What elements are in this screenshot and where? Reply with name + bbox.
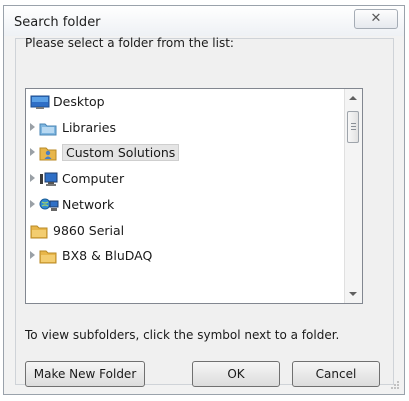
libraries-icon xyxy=(39,120,57,136)
tree-item[interactable]: Libraries xyxy=(26,116,338,140)
title-bar[interactable]: Search folder ✕ xyxy=(4,6,404,36)
expand-arrow-icon[interactable] xyxy=(30,148,35,157)
close-button[interactable]: ✕ xyxy=(354,9,398,29)
scroll-thumb[interactable] xyxy=(347,111,359,143)
tree-item-label: 9860 Serial xyxy=(53,222,125,238)
user-folder-icon xyxy=(39,145,57,161)
computer-icon xyxy=(39,171,58,187)
tree-item[interactable]: Computer xyxy=(26,167,338,191)
window-title: Search folder xyxy=(14,15,101,30)
expand-arrow-icon[interactable] xyxy=(30,122,35,131)
hint-text: To view subfolders, click the symbol nex… xyxy=(25,328,340,342)
resize-grip-icon[interactable] xyxy=(390,380,400,390)
expand-arrow-icon[interactable] xyxy=(30,174,35,183)
tree-item-label: Libraries xyxy=(62,119,116,135)
tree-item[interactable]: 9860 Serial xyxy=(26,219,338,243)
expand-arrow-icon[interactable] xyxy=(30,199,35,208)
desktop-icon xyxy=(30,94,50,110)
tree-item-label: BX8 & BluDAQ xyxy=(62,248,153,264)
tree-item[interactable]: Custom Solutions xyxy=(26,141,338,165)
folder-tree[interactable]: Desktop Libraries Custom Solutions Computer… xyxy=(25,88,363,304)
close-icon: ✕ xyxy=(370,11,382,26)
ok-button[interactable]: OK xyxy=(192,361,280,387)
make-new-folder-button[interactable]: Make New Folder xyxy=(25,361,145,387)
grip-line xyxy=(351,123,356,124)
grip-line xyxy=(351,129,356,130)
tree-item[interactable]: Desktop xyxy=(26,90,338,114)
vertical-scrollbar[interactable] xyxy=(344,89,362,303)
cancel-button[interactable]: Cancel xyxy=(292,361,380,387)
prompt-text: Please select a folder from the list: xyxy=(25,36,234,50)
tree-item-label: Computer xyxy=(62,171,125,187)
grip-line xyxy=(351,126,356,127)
tree-item-label: Network xyxy=(62,196,115,212)
scroll-up-icon[interactable] xyxy=(349,96,357,100)
tree-item-label: Custom Solutions xyxy=(62,144,180,162)
network-icon xyxy=(39,197,59,213)
folder-icon xyxy=(30,223,48,239)
scroll-down-icon[interactable] xyxy=(349,292,357,296)
tree-item[interactable]: BX8 & BluDAQ xyxy=(26,244,338,268)
search-folder-dialog: Search folder ✕ Please select a folder f… xyxy=(3,5,405,395)
tree-item-label: Desktop xyxy=(53,94,105,109)
folder-icon xyxy=(39,248,57,264)
tree-item[interactable]: Network xyxy=(26,193,338,217)
expand-arrow-icon[interactable] xyxy=(30,251,35,260)
